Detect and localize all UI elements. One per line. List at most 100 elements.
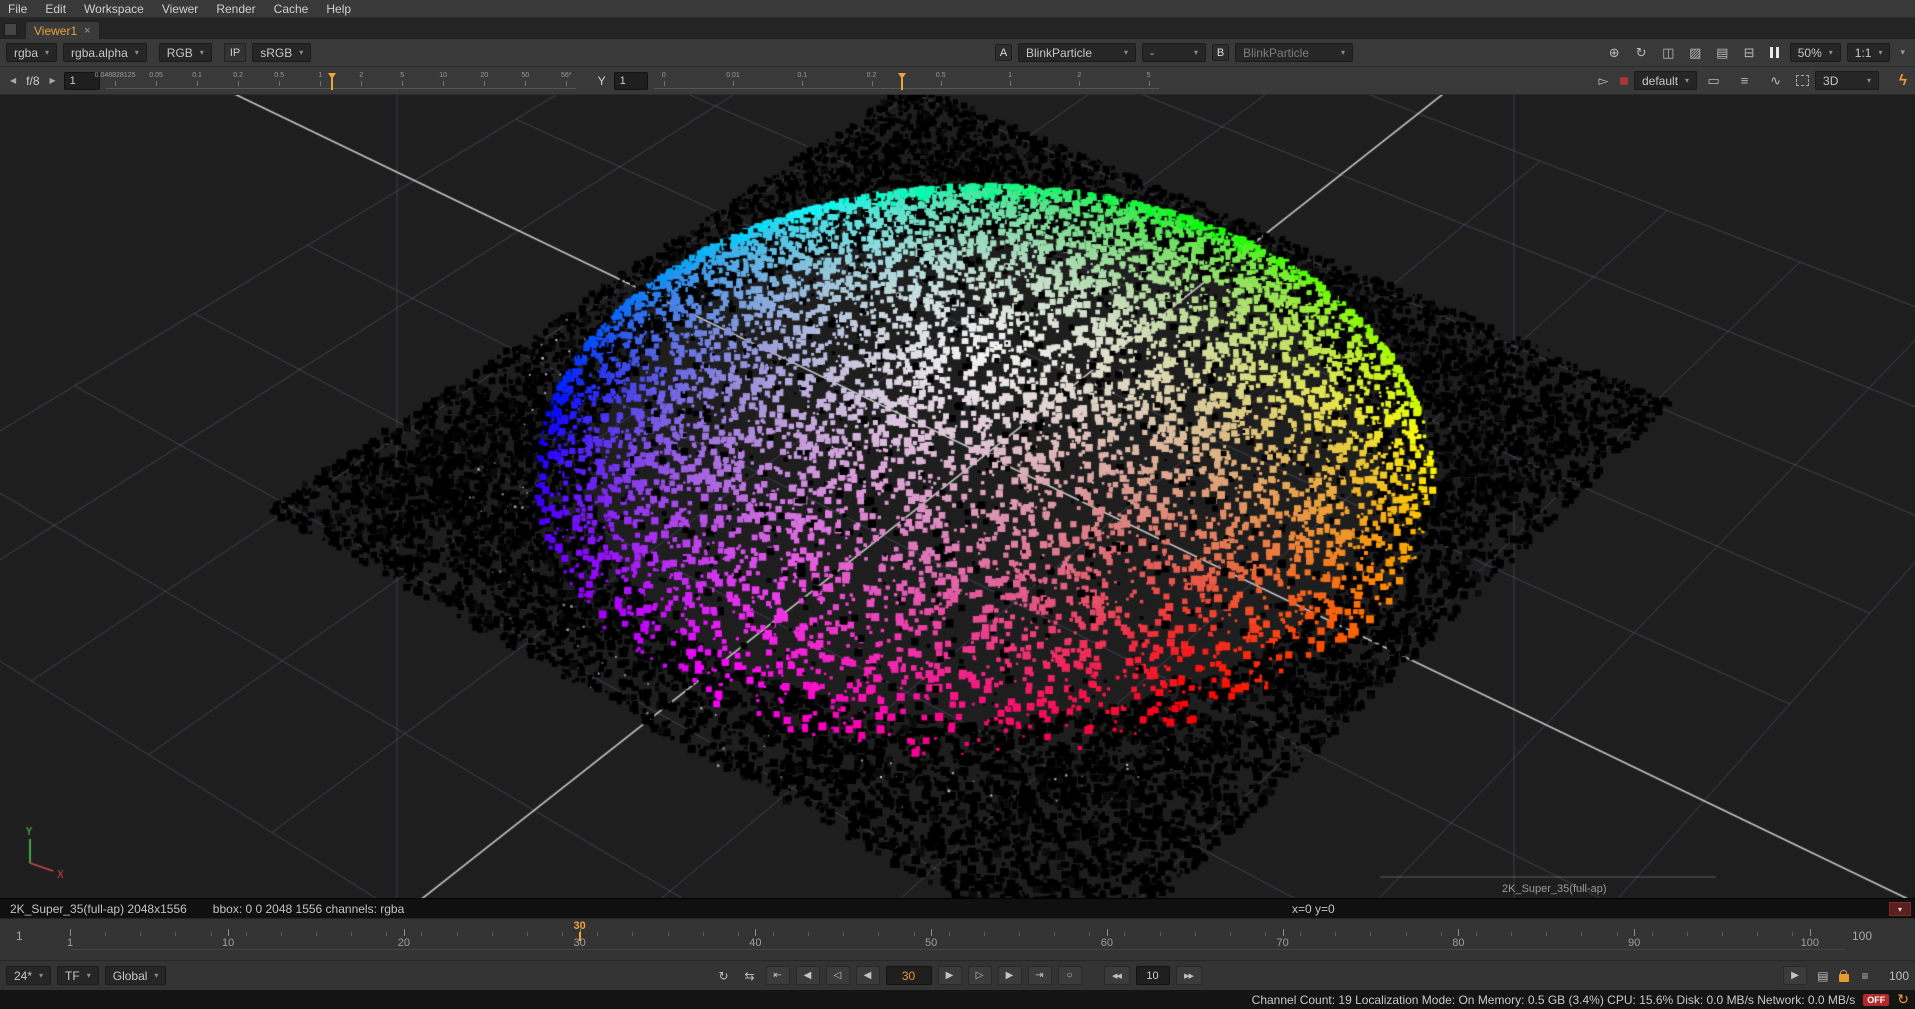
current-frame-field[interactable]: 30	[886, 966, 932, 985]
slider-tick	[525, 81, 526, 86]
chevron-down-icon: ▾	[1124, 48, 1128, 57]
status-off-badge[interactable]: OFF	[1863, 994, 1889, 1006]
input-b-dropdown[interactable]: BlinkParticle ▾	[1235, 43, 1353, 62]
step-forward-button[interactable]: ▷	[968, 966, 992, 985]
split-view-icon[interactable]: ◫	[1658, 43, 1679, 63]
tab-bar: Viewer1 ×	[0, 18, 1915, 39]
display-mode-dropdown[interactable]: RGB ▾	[159, 43, 212, 62]
gamma-value-field[interactable]: 1	[614, 72, 648, 90]
folder-icon[interactable]: ▭	[1703, 71, 1724, 91]
increment-frame-button[interactable]: ▶▶	[1176, 966, 1202, 985]
ruler-minor-tick	[1792, 932, 1793, 936]
menu-viewer[interactable]: Viewer	[162, 2, 209, 16]
input-b-badge[interactable]: B	[1212, 44, 1229, 61]
play-backward-button[interactable]: ◀	[856, 966, 880, 985]
menu-file[interactable]: File	[8, 2, 38, 16]
list-icon[interactable]: ≡	[1734, 71, 1755, 91]
pointer-tool-icon[interactable]: ▻	[1593, 71, 1614, 91]
next-keyframe-button[interactable]: ▶	[998, 966, 1022, 985]
channels-dropdown[interactable]: rgba ▾	[6, 43, 57, 62]
menu-workspace[interactable]: Workspace	[84, 2, 155, 16]
ruler-minor-tick	[1370, 932, 1371, 936]
ruler-major-tick	[1458, 929, 1459, 936]
colorspace-dropdown[interactable]: sRGB ▾	[252, 43, 311, 62]
playhead-marker[interactable]	[579, 932, 581, 941]
record-state-icon[interactable]	[1620, 77, 1628, 85]
menu-bar: File Edit Workspace Viewer Render Cache Help	[0, 0, 1915, 18]
gain-slider[interactable]: 0.0488281250.050.10.20.512510205056*	[106, 70, 576, 92]
gain-toggle-icon[interactable]: ⊟	[1739, 43, 1760, 63]
timeline-ruler[interactable]: 110203040506070809010030	[70, 919, 1845, 961]
menu-render[interactable]: Render	[216, 2, 266, 16]
wipe-mode-dropdown[interactable]: - ▾	[1142, 43, 1206, 62]
slider-scale-label: 20	[480, 72, 488, 79]
slider-scale-label: 50	[521, 72, 529, 79]
timeline-mode-dropdown[interactable]: TF ▾	[57, 966, 99, 985]
gain-next-icon[interactable]: ▶	[48, 76, 58, 85]
menu-edit[interactable]: Edit	[45, 2, 77, 16]
tab-viewer1[interactable]: Viewer1 ×	[25, 21, 100, 39]
gain-prev-icon[interactable]: ◀	[8, 76, 18, 85]
alpha-channel-dropdown[interactable]: rgba.alpha ▾	[63, 43, 147, 62]
ruler-minor-tick	[1230, 932, 1231, 936]
region-icon[interactable]: ▤	[1813, 969, 1833, 983]
input-a-dropdown[interactable]: BlinkParticle ▾	[1018, 43, 1136, 62]
goto-end-button[interactable]: ⇥	[1028, 966, 1052, 985]
frame-increment-field[interactable]: 10	[1136, 966, 1170, 985]
range-start-label[interactable]: 1	[16, 929, 23, 943]
ruler-minor-tick	[281, 932, 282, 936]
lock-icon[interactable]	[1839, 974, 1849, 982]
range-end-label[interactable]: 100	[1852, 929, 1872, 943]
slider-marker[interactable]	[901, 78, 903, 90]
prev-keyframe-button[interactable]: ◀	[796, 966, 820, 985]
pixel-aspect-dropdown[interactable]: 1:1 ▾	[1847, 43, 1891, 62]
input-a-badge[interactable]: A	[995, 44, 1012, 61]
ruler-minor-tick	[1581, 932, 1582, 936]
decrement-frame-button[interactable]: ◀◀	[1104, 966, 1130, 985]
wipe-mode-value: -	[1150, 46, 1154, 60]
slider-marker[interactable]	[331, 78, 333, 90]
viewer-toolbar-exposure: ◀ f/8 ▶ 1 0.0488281250.050.10.20.5125102…	[0, 67, 1915, 95]
gamma-slider[interactable]: 00.010.10.20.5125	[654, 70, 1159, 92]
pause-playback-icon[interactable]	[1766, 47, 1784, 58]
gain-label[interactable]: f/8	[24, 74, 41, 88]
slider-tick	[402, 81, 403, 86]
slider-scale-label: 0.048828125	[95, 72, 136, 79]
zoom-level-dropdown[interactable]: 50% ▾	[1790, 43, 1841, 62]
range-mode-dropdown[interactable]: Global ▾	[105, 966, 167, 985]
toolbar-overflow-icon[interactable]: ▾	[1896, 47, 1909, 58]
ruler-frame-number: 20	[398, 937, 410, 949]
ruler-minor-tick	[457, 932, 458, 936]
refresh-icon[interactable]: ↻	[1897, 991, 1909, 1008]
goto-start-button[interactable]: ⇤	[766, 966, 790, 985]
menu-help[interactable]: Help	[326, 2, 362, 16]
monitor-out-icon[interactable]: ▤	[1712, 43, 1733, 63]
lut-dropdown[interactable]: default ▾	[1634, 71, 1697, 90]
step-back-button[interactable]: ◁	[826, 966, 850, 985]
input-process-button[interactable]: IP	[224, 43, 246, 62]
viewer-3d-scene: 2K_Super_35(full-ap)	[0, 95, 1915, 898]
playhead-frame-label[interactable]: 30	[574, 920, 586, 932]
menu-cache[interactable]: Cache	[274, 2, 320, 16]
bounce-playback-icon[interactable]: ⇆	[740, 969, 760, 983]
export-icon[interactable]: ≡	[1855, 969, 1875, 983]
fps-dropdown[interactable]: 24* ▾	[6, 966, 51, 985]
channels-value: rgba	[14, 46, 38, 60]
view-mode-value: 3D	[1823, 74, 1838, 88]
tab-close-icon[interactable]: ×	[84, 25, 90, 37]
marquee-icon[interactable]	[1796, 75, 1809, 86]
info-bar-menu-button[interactable]: ▾	[1889, 902, 1911, 916]
flipbook-button[interactable]: ▶	[1783, 966, 1807, 985]
lightning-icon[interactable]: ϟ	[1899, 72, 1907, 89]
roi-icon[interactable]: ⊕	[1604, 43, 1625, 63]
loop-playback-icon[interactable]: ↻	[714, 969, 734, 983]
wave-icon[interactable]: ∿	[1765, 71, 1786, 91]
viewport-canvas[interactable]	[0, 95, 1915, 898]
checker-icon[interactable]: ▨	[1685, 43, 1706, 63]
play-forward-button[interactable]: ▶	[938, 966, 962, 985]
view-mode-dropdown[interactable]: 3D ▾	[1815, 71, 1879, 90]
refresh-icon[interactable]: ↻	[1631, 43, 1652, 63]
loop-mode-button[interactable]: ○	[1058, 966, 1082, 985]
pane-menu-icon[interactable]	[4, 23, 17, 36]
ruler-frame-number: 10	[222, 937, 234, 949]
